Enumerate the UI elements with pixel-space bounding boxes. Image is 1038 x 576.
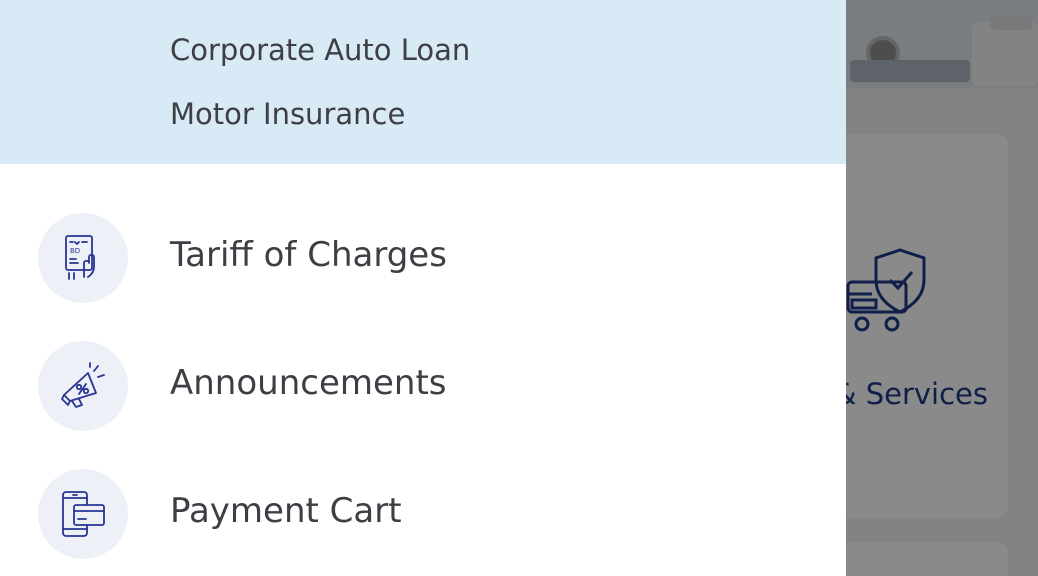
menu-item-payment-cart[interactable]: Payment Cart	[0, 459, 846, 567]
mobile-payment-icon	[62, 491, 105, 537]
menu-item-label: Tariff of Charges	[170, 235, 447, 275]
menu-item-label: Announcements	[170, 363, 447, 403]
menu-item-announcements[interactable]: Announcements	[0, 331, 846, 439]
menu-item-tariff-of-charges[interactable]: BD Tariff of Charges	[0, 203, 846, 311]
icon-container	[38, 469, 128, 559]
megaphone-icon	[61, 362, 105, 408]
submenu-item-corporate-auto-loan[interactable]: Corporate Auto Loan	[170, 33, 470, 67]
menu-item-label: Payment Cart	[170, 491, 402, 531]
icon-container: BD	[38, 213, 128, 303]
tariff-document-icon: BD	[65, 235, 95, 280]
navigation-drawer: Corporate Auto Loan Motor Insurance BD T…	[0, 0, 846, 576]
svg-text:BD: BD	[70, 247, 80, 255]
icon-container	[38, 341, 128, 431]
submenu-item-motor-insurance[interactable]: Motor Insurance	[170, 97, 405, 131]
expanded-submenu: Corporate Auto Loan Motor Insurance	[0, 0, 846, 164]
